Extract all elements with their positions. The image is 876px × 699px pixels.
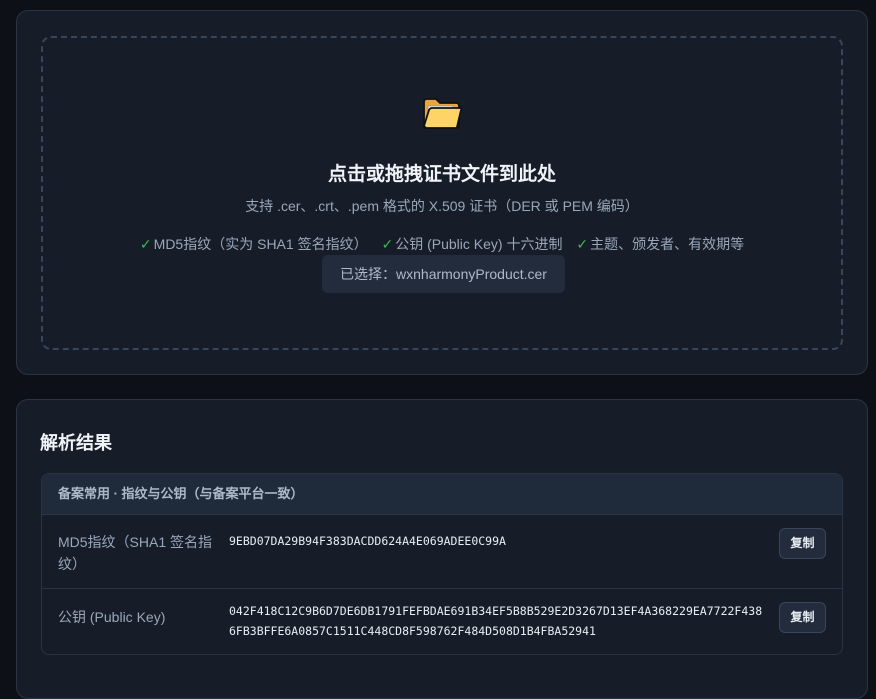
folder-icon (422, 98, 462, 129)
results-title: 解析结果 (40, 433, 112, 453)
row-label: 公钥 (Public Key) (58, 609, 166, 625)
copy-fingerprint-button[interactable]: 复制 (779, 528, 826, 559)
result-card: 解析结果 备案常用 · 指纹与公钥（与备案平台一致） MD5指纹（SHA1 签名… (16, 399, 868, 699)
md5-fingerprint-value: 9EBD07DA29B94F383DACDD624A4E069ADEE0C99A (229, 534, 506, 548)
check-icon: ✓ (576, 236, 589, 252)
check-icon: ✓ (139, 236, 152, 252)
public-key-value: 042F418C12C9B6D7DE6DB1791FEFBDAE691B34EF… (229, 604, 763, 638)
feature-label: 公钥 (Public Key) 十六进制 (395, 236, 563, 252)
dropzone-subtitle: 支持 .cer、.crt、.pem 格式的 X.509 证书（DER 或 PEM… (245, 198, 639, 214)
feature-label: 主题、颁发者、有效期等 (590, 236, 745, 252)
feature-label: MD5指纹（实为 SHA1 签名指纹） (153, 236, 368, 252)
table-row: 公钥 (Public Key) 042F418C12C9B6D7DE6DB179… (42, 588, 842, 654)
dropzone-title: 点击或拖拽证书文件到此处 (327, 164, 556, 185)
feature-item: ✓ MD5指纹（实为 SHA1 签名指纹） (140, 236, 368, 252)
selected-file-badge: 已选择：wxnharmonyProduct.cer (322, 255, 565, 293)
row-label: MD5指纹（SHA1 签名指纹） (58, 534, 213, 572)
feature-list: ✓ MD5指纹（实为 SHA1 签名指纹） ✓ 公钥 (Public Key) 十六… (43, 234, 841, 254)
certificate-dropzone[interactable]: 点击或拖拽证书文件到此处 支持 .cer、.crt、.pem 格式的 X.509… (41, 36, 843, 350)
feature-item: ✓ 公钥 (Public Key) 十六进制 (381, 236, 562, 252)
check-icon: ✓ (381, 236, 394, 252)
fingerprint-table: 备案常用 · 指纹与公钥（与备案平台一致） MD5指纹（SHA1 签名指纹） 9… (41, 473, 843, 655)
table-section-header: 备案常用 · 指纹与公钥（与备案平台一致） (42, 474, 842, 514)
upload-card: 点击或拖拽证书文件到此处 支持 .cer、.crt、.pem 格式的 X.509… (16, 10, 868, 375)
table-row: MD5指纹（SHA1 签名指纹） 9EBD07DA29B94F383DACDD6… (42, 514, 842, 588)
copy-public-key-button[interactable]: 复制 (779, 602, 826, 633)
feature-item: ✓ 主题、颁发者、有效期等 (576, 236, 744, 252)
